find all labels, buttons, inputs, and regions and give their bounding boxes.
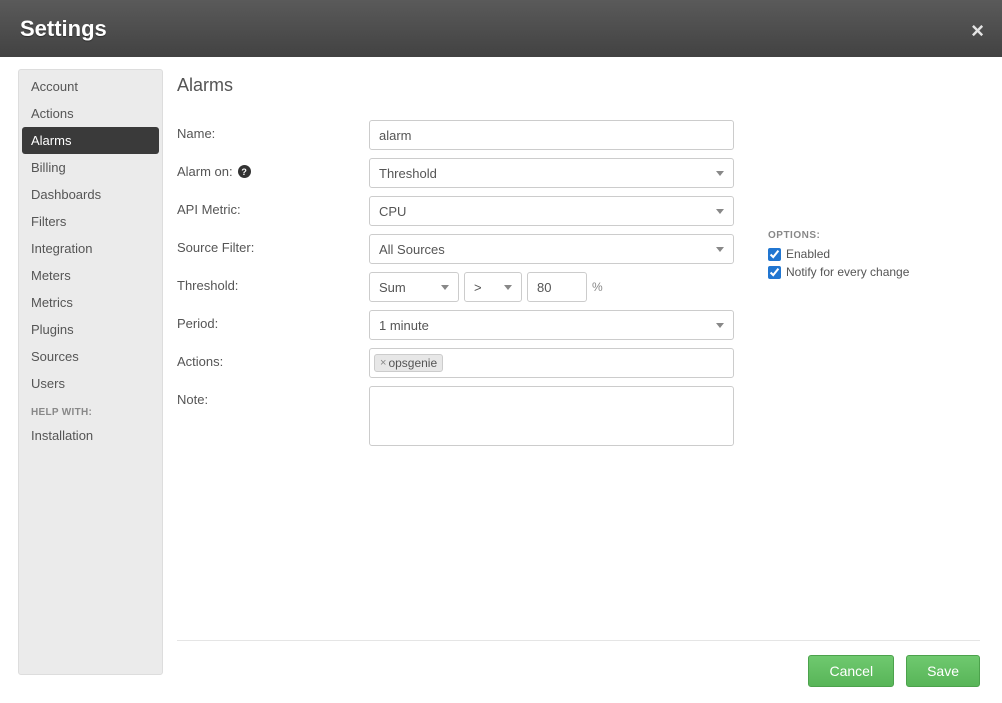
api-metric-select[interactable]: CPU [369, 196, 734, 226]
sidebar-item-integration[interactable]: Integration [19, 235, 162, 262]
label-source-filter: Source Filter: [177, 234, 369, 255]
notify-checkbox[interactable] [768, 266, 781, 279]
sidebar-item-installation[interactable]: Installation [19, 422, 162, 449]
label-note: Note: [177, 386, 369, 407]
sidebar-item-users[interactable]: Users [19, 370, 162, 397]
threshold-value-input[interactable] [527, 272, 587, 302]
sidebar-item-dashboards[interactable]: Dashboards [19, 181, 162, 208]
sidebar-item-plugins[interactable]: Plugins [19, 316, 162, 343]
caret-down-icon [716, 247, 724, 252]
sidebar-item-metrics[interactable]: Metrics [19, 289, 162, 316]
close-icon[interactable]: × [971, 18, 984, 44]
alarm-on-select[interactable]: Threshold [369, 158, 734, 188]
sidebar: Account Actions Alarms Billing Dashboard… [18, 69, 163, 675]
page-title: Alarms [177, 75, 980, 96]
modal-title: Settings [20, 16, 107, 42]
action-tag: × opsgenie [374, 354, 443, 372]
caret-down-icon [504, 285, 512, 290]
label-alarm-on: Alarm on: ? [177, 158, 369, 179]
sidebar-item-meters[interactable]: Meters [19, 262, 162, 289]
sidebar-item-billing[interactable]: Billing [19, 154, 162, 181]
cancel-button[interactable]: Cancel [808, 655, 894, 687]
threshold-unit: % [592, 280, 603, 294]
option-enabled[interactable]: Enabled [768, 247, 958, 261]
option-notify-every-change[interactable]: Notify for every change [768, 265, 958, 279]
sidebar-item-actions[interactable]: Actions [19, 100, 162, 127]
tag-remove-icon[interactable]: × [380, 357, 386, 369]
options-panel: OPTIONS: Enabled Notify for every change [768, 230, 958, 283]
help-icon[interactable]: ? [238, 165, 251, 178]
sidebar-help-heading: HELP WITH: [19, 397, 162, 422]
modal-header: Settings × [0, 0, 1002, 57]
sidebar-item-alarms[interactable]: Alarms [22, 127, 159, 154]
threshold-op-select[interactable]: > [464, 272, 522, 302]
note-textarea[interactable] [369, 386, 734, 446]
modal-footer: Cancel Save [177, 640, 980, 687]
label-api-metric: API Metric: [177, 196, 369, 217]
name-input[interactable] [369, 120, 734, 150]
save-button[interactable]: Save [906, 655, 980, 687]
enabled-checkbox[interactable] [768, 248, 781, 261]
sidebar-item-filters[interactable]: Filters [19, 208, 162, 235]
label-name: Name: [177, 120, 369, 141]
caret-down-icon [716, 171, 724, 176]
sidebar-item-sources[interactable]: Sources [19, 343, 162, 370]
options-heading: OPTIONS: [768, 230, 958, 241]
threshold-agg-select[interactable]: Sum [369, 272, 459, 302]
caret-down-icon [716, 323, 724, 328]
label-actions: Actions: [177, 348, 369, 369]
caret-down-icon [716, 209, 724, 214]
sidebar-item-account[interactable]: Account [19, 73, 162, 100]
period-select[interactable]: 1 minute [369, 310, 734, 340]
label-threshold: Threshold: [177, 272, 369, 293]
caret-down-icon [441, 285, 449, 290]
actions-input[interactable]: × opsgenie [369, 348, 734, 378]
label-period: Period: [177, 310, 369, 331]
source-filter-select[interactable]: All Sources [369, 234, 734, 264]
